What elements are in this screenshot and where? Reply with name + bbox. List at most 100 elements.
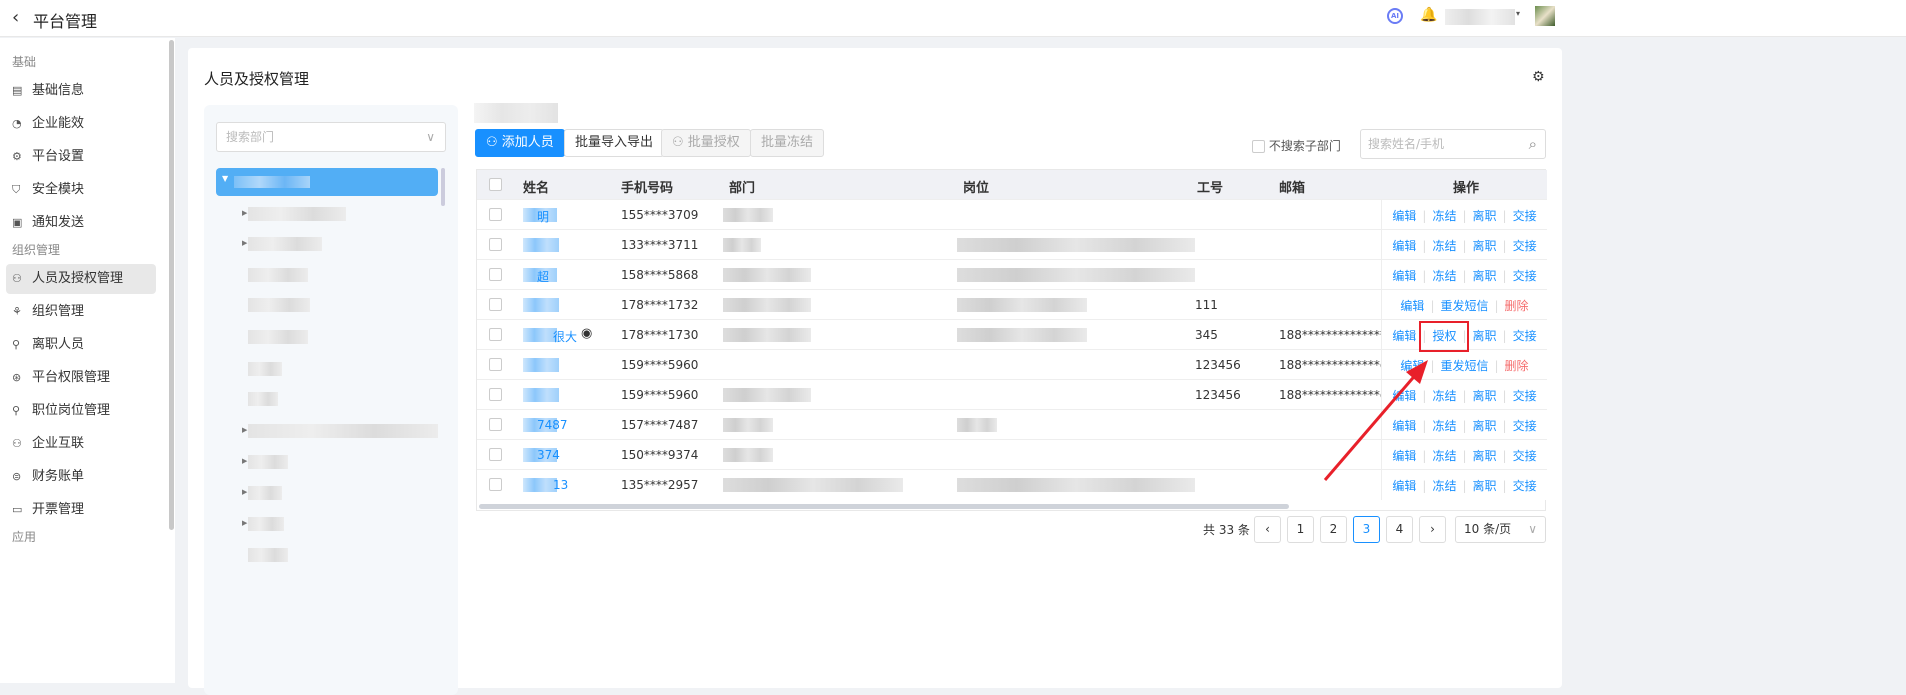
tree-node-blurred[interactable] <box>248 455 288 469</box>
sidebar-item[interactable]: ⚇ 人员及授权管理 <box>6 264 156 294</box>
caret-right-icon[interactable]: ▶ <box>242 457 247 465</box>
sidebar-item[interactable]: ⚲ 离职人员 <box>6 330 156 360</box>
batch-auth-button[interactable]: ⚇ 批量授权 <box>661 129 751 157</box>
user-name-blurred[interactable] <box>1445 9 1515 25</box>
page-size-select[interactable]: 10 条/页 ∨ <box>1455 516 1546 543</box>
action-2[interactable]: 离职 <box>1473 209 1497 223</box>
name-search-input[interactable]: 搜索姓名/手机 ⌕ <box>1360 129 1546 159</box>
sidebar-scrollbar[interactable] <box>169 40 174 530</box>
row-checkbox[interactable] <box>489 388 502 401</box>
user-name-link[interactable]: 374 <box>537 448 560 462</box>
action-1[interactable]: 冻结 <box>1432 419 1456 433</box>
sidebar-item[interactable]: ◔ 企业能效 <box>6 109 156 139</box>
tree-node-blurred[interactable] <box>248 424 438 438</box>
dept-search-input[interactable]: 搜索部门 ∨ <box>216 122 446 152</box>
action-2[interactable]: 离职 <box>1473 269 1497 283</box>
caret-right-icon[interactable]: ▶ <box>242 239 247 247</box>
sidebar-item[interactable]: ⚘ 组织管理 <box>6 297 156 327</box>
page-button[interactable]: 4 <box>1386 516 1413 543</box>
no-sub-dept-checkbox[interactable]: 不搜索子部门 <box>1252 137 1341 154</box>
action-3[interactable]: 交接 <box>1513 269 1537 283</box>
sidebar-item[interactable]: ⛉ 安全模块 <box>6 175 156 205</box>
action-2[interactable]: 离职 <box>1473 389 1497 403</box>
action-3[interactable]: 交接 <box>1513 239 1537 253</box>
sidebar-item[interactable]: ⊛ 平台权限管理 <box>6 363 156 393</box>
import-export-button[interactable]: 批量导入导出 <box>564 129 665 157</box>
caret-right-icon[interactable]: ▶ <box>242 519 247 527</box>
user-name-link[interactable]: 7487 <box>537 418 568 432</box>
action-2[interactable]: 离职 <box>1473 239 1497 253</box>
sidebar-item[interactable]: ▣ 通知发送 <box>6 208 156 238</box>
ai-icon[interactable]: AI <box>1387 8 1403 24</box>
action-1[interactable]: 冻结 <box>1432 239 1456 253</box>
tree-node-selected[interactable]: ▼ <box>216 168 438 196</box>
action-1[interactable]: 冻结 <box>1432 389 1456 403</box>
action-1[interactable]: 冻结 <box>1432 449 1456 463</box>
sidebar-item[interactable]: ⚇ 企业互联 <box>6 429 156 459</box>
action-1[interactable]: 重发短信 <box>1440 359 1488 373</box>
page-button[interactable]: 1 <box>1287 516 1314 543</box>
row-checkbox[interactable] <box>489 298 502 311</box>
action-0[interactable]: 编辑 <box>1400 359 1424 373</box>
batch-freeze-button[interactable]: 批量冻结 <box>750 129 825 157</box>
page-button[interactable]: 2 <box>1320 516 1347 543</box>
action-0[interactable]: 编辑 <box>1392 419 1416 433</box>
action-0[interactable]: 编辑 <box>1392 389 1416 403</box>
action-3[interactable]: 交接 <box>1513 209 1537 223</box>
tree-node-blurred[interactable] <box>248 268 308 282</box>
action-2[interactable]: 离职 <box>1473 329 1497 343</box>
tree-node-blurred[interactable] <box>248 237 322 251</box>
next-page-button[interactable]: › <box>1419 516 1446 543</box>
tree-node-blurred[interactable] <box>248 392 278 406</box>
action-2[interactable]: 删除 <box>1505 299 1529 313</box>
row-checkbox[interactable] <box>489 208 502 221</box>
sidebar-item[interactable]: ⊜ 财务账单 <box>6 462 156 492</box>
user-name-link[interactable]: 13 <box>553 478 568 492</box>
sidebar-item[interactable]: ⚲ 职位岗位管理 <box>6 396 156 426</box>
eye-icon[interactable]: ◉ <box>581 326 592 341</box>
action-1[interactable]: 冻结 <box>1432 209 1456 223</box>
avatar[interactable] <box>1535 6 1555 26</box>
action-1[interactable]: 冻结 <box>1432 479 1456 493</box>
tree-scrollbar[interactable] <box>441 168 445 206</box>
add-user-button[interactable]: ⚇ 添加人员 <box>475 129 565 157</box>
sidebar-item[interactable]: ⚙ 平台设置 <box>6 142 156 172</box>
chevron-left-icon[interactable]: ‹ <box>12 7 19 28</box>
action-1[interactable]: 冻结 <box>1432 269 1456 283</box>
action-1[interactable]: 重发短信 <box>1440 299 1488 313</box>
caret-down-icon[interactable]: ▾ <box>1516 9 1520 18</box>
row-checkbox[interactable] <box>489 418 502 431</box>
user-name-link[interactable]: 很大 <box>553 328 577 345</box>
action-2[interactable]: 删除 <box>1505 359 1529 373</box>
row-checkbox[interactable] <box>489 478 502 491</box>
action-0[interactable]: 编辑 <box>1392 209 1416 223</box>
row-checkbox[interactable] <box>489 358 502 371</box>
tree-node-blurred[interactable] <box>248 330 308 344</box>
action-3[interactable]: 交接 <box>1513 449 1537 463</box>
row-checkbox[interactable] <box>489 328 502 341</box>
sidebar-item[interactable]: ▭ 开票管理 <box>6 495 156 525</box>
search-icon[interactable]: ⌕ <box>1529 130 1537 158</box>
horizontal-scrollbar[interactable] <box>479 504 1289 509</box>
action-0[interactable]: 编辑 <box>1392 329 1416 343</box>
tree-node-blurred[interactable] <box>248 548 288 562</box>
user-name-link[interactable]: 明 <box>537 208 549 225</box>
user-name-link[interactable]: 超 <box>537 268 549 285</box>
action-0[interactable]: 编辑 <box>1400 299 1424 313</box>
action-0[interactable]: 编辑 <box>1392 269 1416 283</box>
prev-page-button[interactable]: ‹ <box>1254 516 1281 543</box>
bell-icon[interactable]: 🔔 <box>1420 7 1437 23</box>
select-all-checkbox[interactable] <box>489 178 502 191</box>
action-1[interactable]: 授权 <box>1432 329 1456 343</box>
action-3[interactable]: 交接 <box>1513 419 1537 433</box>
tree-node-blurred[interactable] <box>248 207 346 221</box>
action-3[interactable]: 交接 <box>1513 389 1537 403</box>
tree-node-blurred[interactable] <box>248 362 282 376</box>
action-0[interactable]: 编辑 <box>1392 449 1416 463</box>
action-0[interactable]: 编辑 <box>1392 479 1416 493</box>
caret-right-icon[interactable]: ▶ <box>242 426 247 434</box>
checkbox[interactable] <box>1252 140 1265 153</box>
caret-right-icon[interactable]: ▶ <box>242 488 247 496</box>
action-2[interactable]: 离职 <box>1473 479 1497 493</box>
action-0[interactable]: 编辑 <box>1392 239 1416 253</box>
